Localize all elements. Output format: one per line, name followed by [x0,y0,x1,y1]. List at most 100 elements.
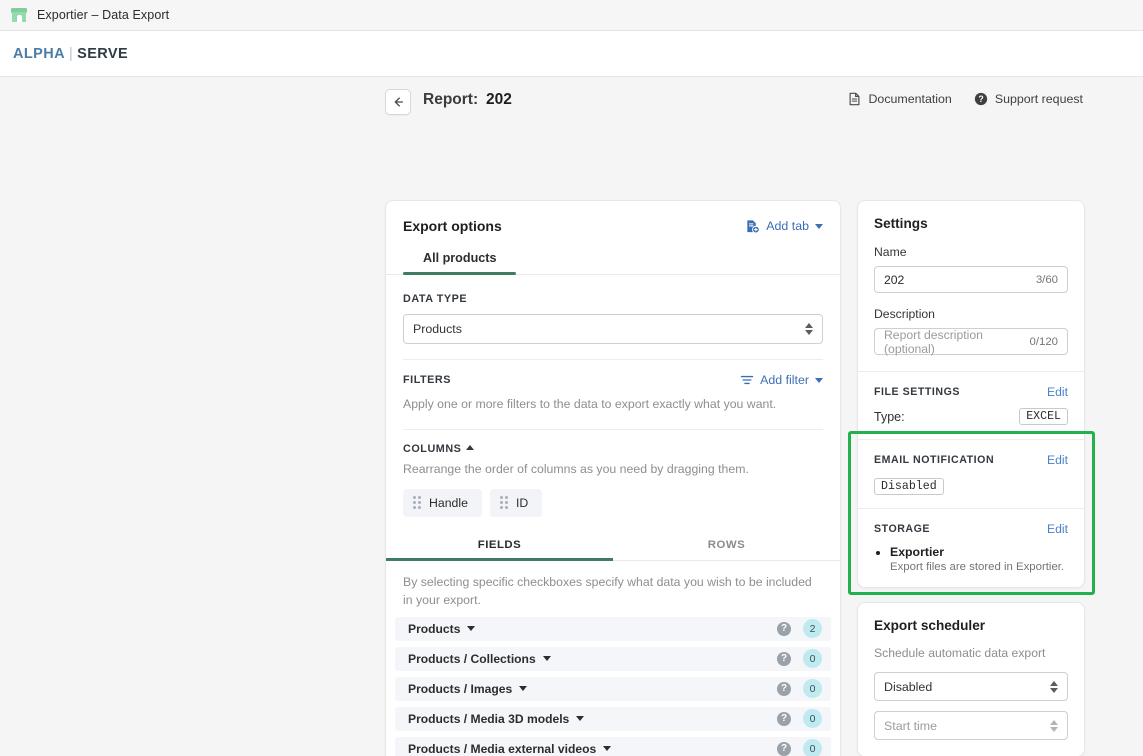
email-notification-label: EMAIL NOTIFICATION [874,454,994,466]
question-circle-icon: ? [974,92,988,106]
filters-section: FILTERS Add filter Apply one or more fil… [386,373,840,414]
field-row[interactable]: Products / Collections ? 0 [395,647,831,671]
field-count-badge: 0 [803,739,822,756]
stepper-icon [1050,720,1058,732]
add-document-icon [745,219,760,234]
tab-all-products[interactable]: All products [403,246,516,274]
app-header: ALPHA | SERVE [0,31,1143,77]
stepper-icon [1050,681,1058,693]
field-list: Products ? 2 Products / Collections ? 0 … [386,617,840,756]
export-options-header: Export options Add tab [386,201,840,234]
settings-title: Settings [874,216,1068,231]
help-icon[interactable]: ? [777,622,791,636]
field-row-name[interactable]: Products / Media external videos [408,742,777,756]
product-tabs: All products [386,246,840,275]
documentation-link[interactable]: Documentation [848,92,951,106]
column-chip[interactable]: Handle [403,489,482,517]
tab-rows[interactable]: ROWS [613,539,840,560]
help-icon[interactable]: ? [777,682,791,696]
description-counter: 0/120 [1029,336,1058,348]
field-row-name[interactable]: Products / Collections [408,652,777,666]
field-row[interactable]: Products ? 2 [395,617,831,641]
data-type-select[interactable]: Products [403,314,823,344]
storefront-icon [11,7,27,23]
field-row[interactable]: Products / Media 3D models ? 0 [395,707,831,731]
export-scheduler-title: Export scheduler [874,618,1068,633]
logo-alpha-text: ALPHA [13,46,65,62]
field-count-badge: 2 [803,619,822,638]
logo-serve-text: SERVE [77,46,128,62]
description-field[interactable]: Report description (optional) 0/120 [874,328,1068,355]
field-row-name[interactable]: Products / Media 3D models [408,712,777,726]
filter-icon [740,374,754,386]
browser-tab-title[interactable]: Exportier – Data Export [37,8,169,22]
filters-description: Apply one or more filters to the data to… [403,396,823,414]
storage-item-note: Export files are stored in Exportier. [890,561,1068,573]
storage-edit-link[interactable]: Edit [1047,522,1068,536]
field-row-label: Products / Collections [408,652,536,666]
name-label: Name [874,245,1068,259]
export-scheduler-body: Export scheduler Schedule automatic data… [858,603,1084,756]
stepper-icon [805,323,813,335]
storage-item: Exportier Export files are stored in Exp… [890,545,1068,573]
column-chip[interactable]: ID [490,489,542,517]
column-chip-list: Handle ID [403,489,823,517]
tab-fields[interactable]: FIELDS [386,539,613,560]
scheduler-frequency-value: Disabled [884,680,932,694]
chevron-down-icon [576,716,584,721]
name-counter: 3/60 [1036,274,1058,286]
description-placeholder: Report description (optional) [884,328,1029,356]
file-settings-label: FILE SETTINGS [874,386,960,398]
scheduler-start-time-placeholder: Start time [884,719,937,733]
documentation-link-label: Documentation [868,92,951,106]
divider-filters [403,359,823,360]
help-icon[interactable]: ? [777,652,791,666]
field-row-name[interactable]: Products / Images [408,682,777,696]
support-request-link[interactable]: ? Support request [974,92,1083,106]
field-row[interactable]: Products / Images ? 0 [395,677,831,701]
chevron-down-icon [543,656,551,661]
field-count-badge: 0 [803,679,822,698]
add-tab-button[interactable]: Add tab [745,219,823,234]
scheduler-frequency-select[interactable]: Disabled [874,672,1068,701]
document-icon [848,92,861,106]
field-row[interactable]: Products / Media external videos ? 0 [395,737,831,756]
column-chip-label: Handle [429,496,468,510]
field-row-label: Products [408,622,460,636]
data-type-section: DATA TYPE Products [386,293,840,344]
svg-text:?: ? [978,94,983,104]
back-button[interactable] [385,89,411,115]
chevron-down-icon [467,626,475,631]
file-type-value: EXCEL [1019,408,1068,425]
scheduler-start-time-select[interactable]: Start time [874,711,1068,740]
drag-handle-icon[interactable] [500,496,508,509]
columns-label[interactable]: COLUMNS [403,443,823,455]
page-title-label: Report: [423,91,478,109]
email-notification-edit-link[interactable]: Edit [1047,453,1068,467]
chevron-up-icon [466,445,474,450]
chevron-down-icon [815,378,823,383]
columns-section: COLUMNS Rearrange the order of columns a… [386,443,840,517]
page-body: Report: 202 Documentation ? Support requ… [0,77,1143,756]
field-row-name[interactable]: Products [408,622,777,636]
divider-columns [403,429,823,430]
sidebar-column: Settings Name 202 3/60 Description Repor… [857,200,1085,756]
description-label: Description [874,307,1068,321]
name-value: 202 [884,273,904,287]
column-chip-label: ID [516,496,528,510]
add-filter-label: Add filter [760,373,809,387]
help-icon[interactable]: ? [777,742,791,756]
file-settings-edit-link[interactable]: Edit [1047,385,1068,399]
fields-description: By selecting specific checkboxes specify… [386,574,840,610]
name-field[interactable]: 202 3/60 [874,266,1068,293]
drag-handle-icon[interactable] [413,496,421,509]
help-icon[interactable]: ? [777,712,791,726]
alpha-serve-logo[interactable]: ALPHA | SERVE [13,46,128,62]
storage-list: Exportier Export files are stored in Exp… [874,545,1068,573]
add-tab-label: Add tab [766,219,809,233]
export-options-title: Export options [403,218,502,234]
chevron-down-icon [519,686,527,691]
field-count-badge: 0 [803,649,822,668]
storage-section: STORAGE Edit Exportier Export files are … [858,509,1084,587]
add-filter-button[interactable]: Add filter [740,373,823,387]
